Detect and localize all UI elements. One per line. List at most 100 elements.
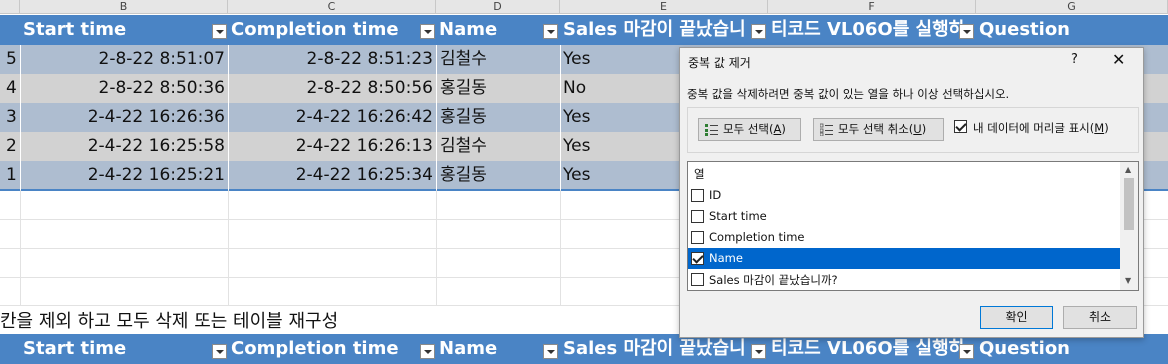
ok-button[interactable]: 확인: [980, 306, 1053, 329]
my-data-has-headers-label[interactable]: 내 데이터에 머리글 표시(M): [973, 120, 1109, 136]
help-button[interactable]: ?: [1071, 52, 1078, 67]
cell-sales[interactable]: Yes: [563, 103, 673, 132]
filter-dropdown-button[interactable]: [751, 24, 766, 39]
unselect-all-button[interactable]: 모두 선택 취소(U): [813, 118, 944, 141]
cell-id[interactable]: 5: [6, 45, 20, 74]
table-header-name: Name: [436, 15, 560, 45]
table-header-question: Question: [976, 334, 1168, 364]
cell-sales[interactable]: Yes: [563, 132, 673, 161]
table-header-sales: Sales 마감이 끝났습니: [560, 334, 768, 364]
dialog-instruction: 중복 값을 삭제하려면 중복 값이 있는 열을 하나 이상 선택하십시오.: [687, 87, 1010, 101]
filter-dropdown-button[interactable]: [420, 344, 435, 359]
table-header-sales: Sales 마감이 끝났습니: [560, 15, 768, 45]
checkbox-name[interactable]: [691, 252, 704, 265]
note-text[interactable]: 칸을 제외 하고 모두 삭제 또는 테이블 재구성: [0, 307, 338, 333]
cell-name[interactable]: 김철수: [440, 45, 558, 74]
cell-name[interactable]: 김철수: [440, 132, 558, 161]
column-header-f[interactable]: F: [768, 0, 976, 14]
cell-start-time[interactable]: 2-4-22 16:25:21: [20, 161, 225, 190]
cell-start-time[interactable]: 2-8-22 8:51:07: [20, 45, 225, 74]
columns-list-header: 열: [694, 167, 705, 181]
filter-dropdown-button[interactable]: [959, 344, 974, 359]
column-divider: [228, 45, 229, 190]
table-header-question: Question: [976, 15, 1168, 45]
cell-name[interactable]: 홍길동: [440, 74, 558, 103]
column-header-c[interactable]: C: [228, 0, 436, 14]
unselect-all-label: 모두 선택 취소(: [838, 122, 914, 136]
list-item-label: Start time: [709, 209, 767, 223]
list-item-name[interactable]: Name: [688, 248, 1120, 269]
checkbox-sales[interactable]: [691, 273, 704, 286]
select-all-icon: [705, 124, 718, 136]
cell-completion-time[interactable]: 2-4-22 16:25:34: [228, 161, 433, 190]
list-item-start-time[interactable]: Start time: [688, 206, 1120, 227]
options-group: 모두 선택(A) 모두 선택 취소(U) 내 데이터에 머리글 표시(M): [687, 107, 1139, 153]
cancel-button[interactable]: 취소: [1063, 306, 1137, 329]
cell-id[interactable]: 4: [6, 74, 20, 103]
cell-completion-time[interactable]: 2-8-22 8:50:56: [228, 74, 433, 103]
columns-listbox[interactable]: 열 ID Start time Completion time Name Sal…: [687, 161, 1139, 291]
column-divider: [436, 45, 437, 190]
cell-sales[interactable]: No: [563, 74, 673, 103]
table-header-name: Name: [436, 334, 560, 364]
cell-completion-time[interactable]: 2-4-22 16:26:13: [228, 132, 433, 161]
my-data-has-headers-checkbox[interactable]: [954, 120, 967, 133]
cell-id[interactable]: 1: [6, 161, 20, 190]
select-all-label: 모두 선택(: [723, 122, 774, 136]
cell-id[interactable]: 3: [6, 103, 20, 132]
select-all-corner[interactable]: [0, 0, 20, 14]
table-header-tcode: 티코드 VL06O를 실행하: [768, 334, 976, 364]
dialog-title: 중복 값 제거: [688, 56, 751, 70]
checkbox-completion-time[interactable]: [691, 231, 704, 244]
table-header-completion-time: Completion time: [228, 334, 436, 364]
filter-dropdown-button[interactable]: [751, 344, 766, 359]
column-header-e[interactable]: E: [560, 0, 768, 14]
checkbox-start-time[interactable]: [691, 210, 704, 223]
filter-sort-button[interactable]: [212, 24, 227, 39]
filter-dropdown-button[interactable]: [212, 344, 227, 359]
cell-completion-time[interactable]: 2-8-22 8:51:23: [228, 45, 433, 74]
checkbox-id[interactable]: [691, 189, 704, 202]
cell-start-time[interactable]: 2-4-22 16:26:36: [20, 103, 225, 132]
list-item-id[interactable]: ID: [688, 185, 1120, 206]
close-icon[interactable]: ✕: [1112, 50, 1125, 69]
list-item-completion-time[interactable]: Completion time: [688, 227, 1120, 248]
column-header-d[interactable]: D: [436, 0, 560, 14]
list-item-label: ID: [709, 188, 722, 202]
cell-name[interactable]: 홍길동: [440, 103, 558, 132]
unselect-all-icon: [820, 123, 833, 136]
filter-dropdown-button[interactable]: [959, 24, 974, 39]
select-all-label-end: ): [781, 122, 786, 136]
cell-id[interactable]: 2: [6, 132, 20, 161]
unselect-all-label-end: ): [921, 122, 927, 136]
cell-sales[interactable]: Yes: [563, 45, 673, 74]
column-divider: [20, 45, 21, 190]
filter-dropdown-button[interactable]: [420, 24, 435, 39]
filter-dropdown-button[interactable]: [543, 344, 558, 359]
vertical-scrollbar[interactable]: ▲ ▼: [1120, 162, 1138, 290]
list-item-sales[interactable]: Sales 마감이 끝났습니까?: [688, 269, 1120, 290]
column-header-b[interactable]: B: [20, 0, 228, 14]
scrollbar-thumb[interactable]: [1124, 178, 1134, 230]
filter-dropdown-button[interactable]: [543, 24, 558, 39]
list-item-label: Completion time: [709, 230, 805, 244]
cell-start-time[interactable]: 2-8-22 8:50:36: [20, 74, 225, 103]
table-header-id: [0, 334, 20, 364]
column-divider: [560, 45, 561, 190]
table-header-start-time: Start time: [20, 15, 228, 45]
scroll-up-icon[interactable]: ▲: [1125, 165, 1131, 174]
select-all-button[interactable]: 모두 선택(A): [698, 118, 801, 141]
list-item-label: Name: [709, 251, 743, 265]
cell-sales[interactable]: Yes: [563, 161, 673, 190]
remove-duplicates-dialog: 중복 값 제거 ? ✕ 중복 값을 삭제하려면 중복 값이 있는 열을 하나 이…: [679, 47, 1144, 338]
cell-name[interactable]: 홍길동: [440, 161, 558, 190]
list-item-label: Sales 마감이 끝났습니까?: [709, 273, 838, 287]
column-header-g[interactable]: G: [976, 0, 1168, 14]
table-header-id: [0, 15, 20, 45]
cell-completion-time[interactable]: 2-4-22 16:26:42: [228, 103, 433, 132]
scroll-down-icon[interactable]: ▼: [1125, 276, 1131, 285]
unselect-all-hotkey: U: [913, 122, 922, 136]
cell-start-time[interactable]: 2-4-22 16:25:58: [20, 132, 225, 161]
table-header-completion-time: Completion time: [228, 15, 436, 45]
table-header-tcode: 티코드 VL06O를 실행하: [768, 15, 976, 45]
